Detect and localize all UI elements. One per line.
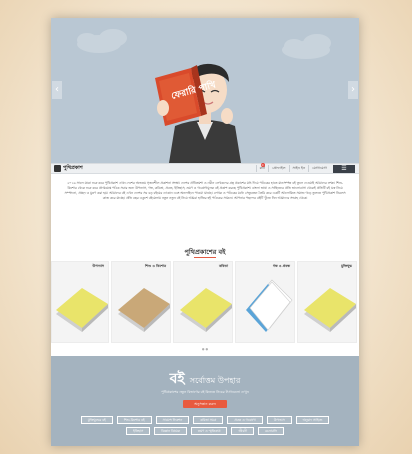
book-cover-icon: [56, 288, 108, 332]
book-card[interactable]: মুক্তিযুদ্ধ: [297, 261, 357, 343]
book-cover-icon: [304, 288, 356, 332]
tag-item[interactable]: কবিতা সমগ্র: [193, 416, 224, 424]
intro-paragraph: ২০১৬ সালে যাত্রা শুরু করে পুথিপ্রকাশ এখন…: [64, 181, 346, 200]
nav-link-signin[interactable]: সাইন ইন: [288, 165, 309, 172]
menu-button[interactable]: ☰: [333, 164, 355, 173]
slider-next-button[interactable]: ›: [348, 81, 358, 99]
book-card[interactable]: কবিতা: [173, 261, 233, 343]
web-page: ফেরারি পাখি ‹ › পুথিপ্রকাশ 0 কার্ট প্রোফ…: [51, 18, 359, 446]
site-logo[interactable]: পুথিপ্রকাশ: [54, 165, 83, 173]
tag-item[interactable]: মুক্তিযুদ্ধের বই: [80, 416, 113, 424]
book-cover: [56, 288, 108, 328]
nav-link-contact[interactable]: যোগাযোগ: [308, 165, 330, 172]
book-cover-icon: [246, 279, 293, 332]
logo-icon: [54, 165, 61, 172]
tag-item[interactable]: অনুবাদ সাহিত্য: [295, 416, 330, 424]
tag-item[interactable]: রচনাবলি: [258, 427, 284, 435]
carousel-dots[interactable]: ● ●: [51, 347, 359, 351]
gift-title-rest: সর্বোত্তম উপহার: [189, 376, 241, 385]
slider-prev-button[interactable]: ‹: [52, 81, 62, 99]
tag-item[interactable]: সায়েন্স ফিকশন: [155, 416, 190, 424]
nav-links: 0 কার্ট প্রোফাইল সাইন ইন যোগাযোগ ☰: [255, 163, 355, 173]
hero-illustration: ফেরারি পাখি: [77, 29, 331, 163]
gift-subtitle: পুথিপ্রকাশের নতুন বিভাগের বই কিনতে নিচের…: [161, 390, 249, 394]
book-card[interactable]: গল্প ও প্রবন্ধ: [235, 261, 295, 343]
gift-title: বই সর্বোত্তম উপহার: [51, 367, 359, 391]
tag-item[interactable]: প্রবন্ধ ও গবেষণা: [227, 416, 263, 424]
tag-item[interactable]: শিশু-কিশোর বই: [116, 416, 152, 424]
nav-link-cart[interactable]: 0 কার্ট: [255, 163, 269, 172]
hero-banner: ফেরারি পাখি ‹ ›: [51, 18, 359, 163]
logo-text: পুথিপ্রকাশ: [63, 164, 83, 171]
book-carousel: উপন্যাস শিশু ও কিশোর কবিতা গল্প ও প্রবন্…: [51, 261, 359, 343]
book-card[interactable]: উপন্যাস: [51, 261, 109, 343]
book-cover-icon: [180, 288, 232, 332]
book-cover-icon: [118, 288, 170, 332]
tag-list: মুক্তিযুদ্ধের বই শিশু-কিশোর বই সায়েন্স …: [77, 416, 333, 435]
book-cover: [304, 288, 356, 328]
top-navbar: পুথিপ্রকাশ 0 কার্ট প্রোফাইল সাইন ইন যোগা…: [51, 163, 359, 174]
tag-item[interactable]: ভ্রমণ ও স্মৃতিকথা: [190, 427, 228, 435]
section-title-underline: [194, 257, 216, 258]
book-cover: [118, 288, 170, 328]
gift-section: বই সর্বোত্তম উপহার পুথিপ্রকাশের নতুন বিভ…: [51, 356, 359, 446]
tag-item[interactable]: জীবনী: [231, 427, 255, 435]
book-card[interactable]: শিশু ও কিশোর: [111, 261, 171, 343]
cart-count-badge: 0: [260, 163, 265, 167]
book-cover: [180, 288, 232, 328]
nav-link-profile[interactable]: প্রোফাইল: [268, 165, 288, 172]
tag-item[interactable]: উপন্যাস: [266, 416, 292, 424]
tag-item[interactable]: ইতিহাস: [126, 427, 151, 435]
tag-item[interactable]: বিজ্ঞান বিষয়ক: [154, 427, 187, 435]
hamburger-icon: ☰: [341, 164, 347, 172]
gift-title-big: বই: [169, 371, 185, 387]
search-cta-button[interactable]: অনুসন্ধান করুন: [183, 400, 227, 408]
